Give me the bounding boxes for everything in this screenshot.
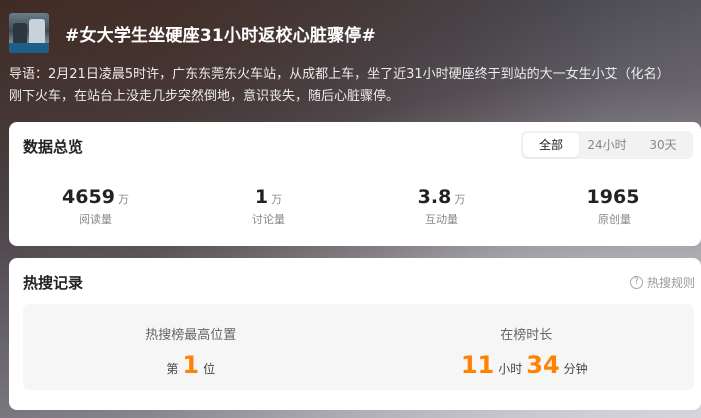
hot-search-summary: 热搜榜最高位置 第 1 位 在榜时长 11 小时 34 分钟 bbox=[23, 304, 694, 390]
stat-original: 1965 原创量 bbox=[528, 186, 701, 227]
stat-interactions: 3.8 万 互动量 bbox=[355, 186, 528, 227]
tab-30d[interactable]: 30天 bbox=[635, 133, 691, 157]
highest-rank-caption: 热搜榜最高位置 bbox=[145, 328, 237, 343]
rules-label: 热搜规则 bbox=[646, 276, 695, 290]
topic-intro: 导语：2月21日凌晨5时许，广东东莞东火车站，从成都上车，坐了近31小时硬座终于… bbox=[9, 64, 701, 108]
stat-value: 1965 bbox=[586, 186, 640, 208]
topic-intro-line: 导语：2月21日凌晨5时许，广东东莞东火车站，从成都上车，坐了近31小时硬座终于… bbox=[9, 67, 670, 82]
stat-unit: 万 bbox=[271, 193, 283, 206]
rank-prefix: 第 bbox=[166, 362, 179, 376]
time-on-list: 在榜时长 11 小时 34 分钟 bbox=[359, 304, 695, 390]
data-overview-card: 数据总览 全部 24小时 30天 4659 万 阅读量 1万 讨论量 3.8 万 互… bbox=[9, 122, 701, 246]
tab-all[interactable]: 全部 bbox=[523, 133, 579, 157]
minutes-unit: 分钟 bbox=[563, 362, 588, 376]
hours-unit: 小时 bbox=[498, 362, 523, 376]
tab-24h[interactable]: 24小时 bbox=[579, 133, 635, 157]
hot-search-rules-link[interactable]: ? 热搜规则 bbox=[629, 274, 695, 291]
hours-value: 11 bbox=[460, 351, 495, 379]
stat-label: 讨论量 bbox=[252, 213, 285, 226]
topic-title: #女大学生坐硬座31小时返校心脏骤停# bbox=[65, 25, 376, 46]
topic-header: #女大学生坐硬座31小时返校心脏骤停# bbox=[9, 12, 376, 54]
topic-intro-line: 刚下火车，在站台上没走几步突然倒地，意识丧失，随后心脏骤停。 bbox=[9, 89, 400, 104]
time-on-list-caption: 在榜时长 bbox=[500, 328, 553, 343]
highest-rank: 热搜榜最高位置 第 1 位 bbox=[23, 304, 359, 390]
rank-value: 1 bbox=[182, 351, 200, 379]
minutes-value: 34 bbox=[526, 351, 560, 379]
stat-value: 3.8 bbox=[417, 186, 452, 208]
rank-suffix: 位 bbox=[203, 362, 216, 376]
hot-search-card: 热搜记录 ? 热搜规则 热搜榜最高位置 第 1 位 在榜时长 11 小时 34 … bbox=[9, 258, 701, 410]
stat-unit: 万 bbox=[117, 193, 129, 206]
stat-reads: 4659 万 阅读量 bbox=[9, 186, 182, 227]
overview-title: 数据总览 bbox=[23, 138, 84, 156]
question-icon: ? bbox=[629, 276, 643, 289]
stat-label: 原创量 bbox=[598, 213, 631, 226]
stat-value: 1 bbox=[254, 186, 269, 208]
stat-value: 4659 bbox=[62, 186, 115, 208]
time-range-tabs: 全部 24小时 30天 bbox=[521, 131, 693, 159]
stat-label: 互动量 bbox=[425, 213, 458, 226]
topic-thumbnail bbox=[9, 13, 49, 53]
hot-search-title: 热搜记录 bbox=[23, 274, 84, 292]
stat-unit: 万 bbox=[454, 193, 466, 206]
stat-label: 阅读量 bbox=[79, 213, 112, 226]
stat-discussions: 1万 讨论量 bbox=[182, 186, 355, 227]
stats-row: 4659 万 阅读量 1万 讨论量 3.8 万 互动量 1965 原创量 bbox=[9, 186, 701, 227]
